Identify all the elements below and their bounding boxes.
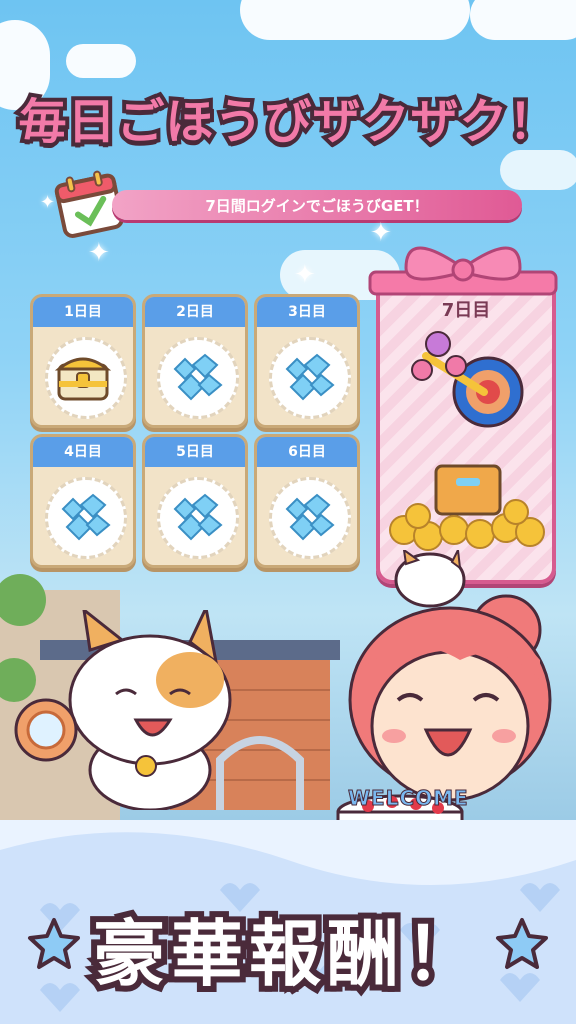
day-card-1[interactable]: 1日目 [30,294,136,428]
sparkle-icon: ✦ [88,238,110,268]
cloud [500,150,576,190]
day-label: 7日目 [441,300,491,321]
cloud [66,44,136,78]
day-label: 5日目 [145,437,245,467]
day-card-4[interactable]: 4日目 [30,434,136,568]
cat-mascot [14,610,232,810]
subtitle-text: 7日間ログインでごほうびGET！ [205,197,429,215]
magic-wand-icon [411,331,524,428]
gems-icon [285,493,335,541]
treasure-chest-icon [54,357,112,401]
gems-icon [285,353,335,401]
gems-icon [173,493,223,541]
day-label: 1日目 [33,297,133,327]
day-card-5[interactable]: 5日目 [142,434,248,568]
bottom-banner-text: 豪華報酬！ [87,906,483,1002]
day-label: 2日目 [145,297,245,327]
subtitle-banner: 7日間ログインでごほうびGET！ [112,190,522,220]
gems-icon [61,493,111,541]
cloud [470,0,576,40]
day-label: 3日目 [257,297,357,327]
day-label: 4日目 [33,437,133,467]
day-label: 6日目 [257,437,357,467]
day-card-6[interactable]: 6日目 [254,434,360,568]
ribbon-bow-icon [368,246,558,296]
day-card-7[interactable]: 7日目 [376,276,556,584]
sparkle-icon: ✦ [294,260,316,290]
cake-candles-text: WELCOME [348,786,469,811]
cloud [240,0,470,40]
page-title: 毎日ごほうびザクザク！ [14,90,560,154]
day-card-3[interactable]: 3日目 [254,294,360,428]
day-card-2[interactable]: 2日目 [142,294,248,428]
gold-coins-box-icon [389,464,545,551]
sparkle-icon: ✦ [40,192,56,213]
gems-icon [173,353,223,401]
